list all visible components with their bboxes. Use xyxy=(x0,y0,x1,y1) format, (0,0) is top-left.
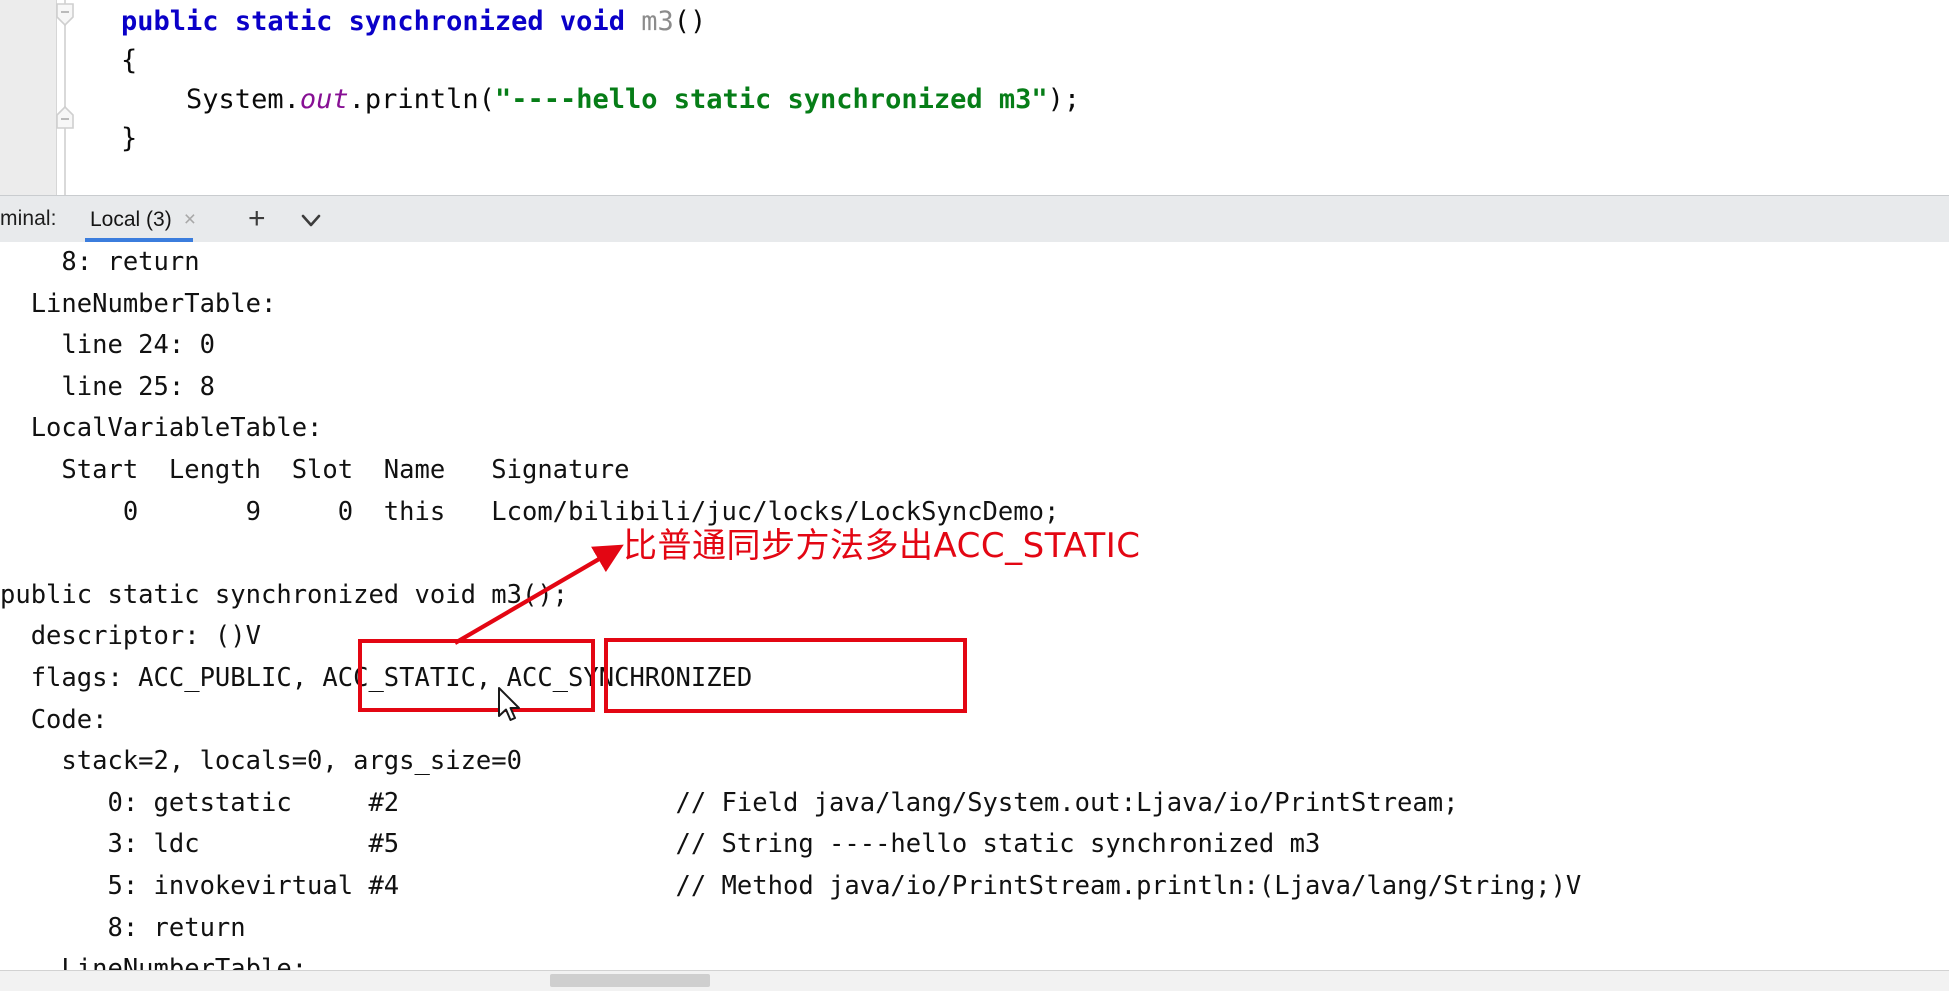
terminal-tool-window-header[interactable]: minal: Local (3) × + xyxy=(0,195,1949,244)
terminal-line: line 24: 0 xyxy=(0,330,215,361)
terminal-line: LocalVariableTable: xyxy=(0,413,323,444)
code-line-println-statement: System.out.println("----hello static syn… xyxy=(56,80,1949,119)
mouse-pointer-icon xyxy=(496,686,524,726)
terminal-line: 3: ldc #5 // String ----hello static syn… xyxy=(0,829,1321,860)
terminal-line: 0: getstatic #2 // Field java/lang/Syste… xyxy=(0,787,1459,818)
bottom-status-bar xyxy=(0,970,1949,991)
code-token: m3 xyxy=(641,6,674,37)
code-line-close-brace: } xyxy=(56,119,1949,158)
editor-code-text[interactable]: public static synchronized void m3() { S… xyxy=(56,0,1949,195)
horizontal-scrollbar-thumb[interactable] xyxy=(550,974,710,987)
code-token: .println( xyxy=(348,84,495,115)
code-token: () xyxy=(673,6,707,37)
code-token: } xyxy=(56,123,138,154)
chevron-down-icon[interactable] xyxy=(298,208,324,234)
code-token: { xyxy=(56,45,138,76)
terminal-line: 0 9 0 this Lcom/bilibili/juc/locks/LockS… xyxy=(0,496,1060,527)
code-token: System. xyxy=(56,84,300,115)
terminal-line: flags: ACC_PUBLIC, ACC_STATIC, ACC_SYNCH… xyxy=(0,662,753,693)
terminal-line: 8: return xyxy=(0,247,200,277)
terminal-line: public static synchronized void m3(); xyxy=(0,579,569,610)
mouse-pointer-glyph xyxy=(498,687,520,721)
terminal-window-label: minal: xyxy=(0,207,57,230)
terminal-line: Start Length Slot Name Signature xyxy=(0,454,630,485)
editor-gutter[interactable] xyxy=(0,0,57,195)
terminal-line: Code: xyxy=(0,704,108,735)
code-editor-pane[interactable]: public static synchronized void m3() { S… xyxy=(0,0,1949,195)
terminal-line: line 25: 8 xyxy=(0,371,215,402)
terminal-line: 5: invokevirtual #4 // Method java/io/Pr… xyxy=(0,870,1582,901)
code-line-method-signature: public static synchronized void m3() xyxy=(56,2,1949,41)
terminal-line: descriptor: ()V xyxy=(0,621,261,652)
terminal-line: LineNumberTable: xyxy=(0,954,308,970)
terminal-output-pane[interactable]: 8: return LineNumberTable: line 24: 0 li… xyxy=(0,242,1949,970)
code-token: public static synchronized void xyxy=(121,6,642,37)
code-line-open-brace: { xyxy=(56,41,1949,80)
code-token: ); xyxy=(1047,84,1081,115)
close-icon[interactable]: × xyxy=(184,209,196,230)
code-token: "----hello static synchronized m3" xyxy=(494,84,1048,115)
code-token: out xyxy=(299,84,349,115)
terminal-tab-label: Local (3) xyxy=(90,207,172,231)
chevron-down-icon-glyph xyxy=(301,214,321,227)
add-terminal-tab-button[interactable]: + xyxy=(248,204,266,234)
terminal-line: stack=2, locals=0, args_size=0 xyxy=(0,746,522,777)
terminal-tab-local[interactable]: Local (3) × xyxy=(80,196,206,243)
terminal-line: LineNumberTable: xyxy=(0,288,277,319)
terminal-output-text[interactable]: 8: return LineNumberTable: line 24: 0 li… xyxy=(0,242,1581,970)
terminal-line: 8: return xyxy=(0,912,246,943)
